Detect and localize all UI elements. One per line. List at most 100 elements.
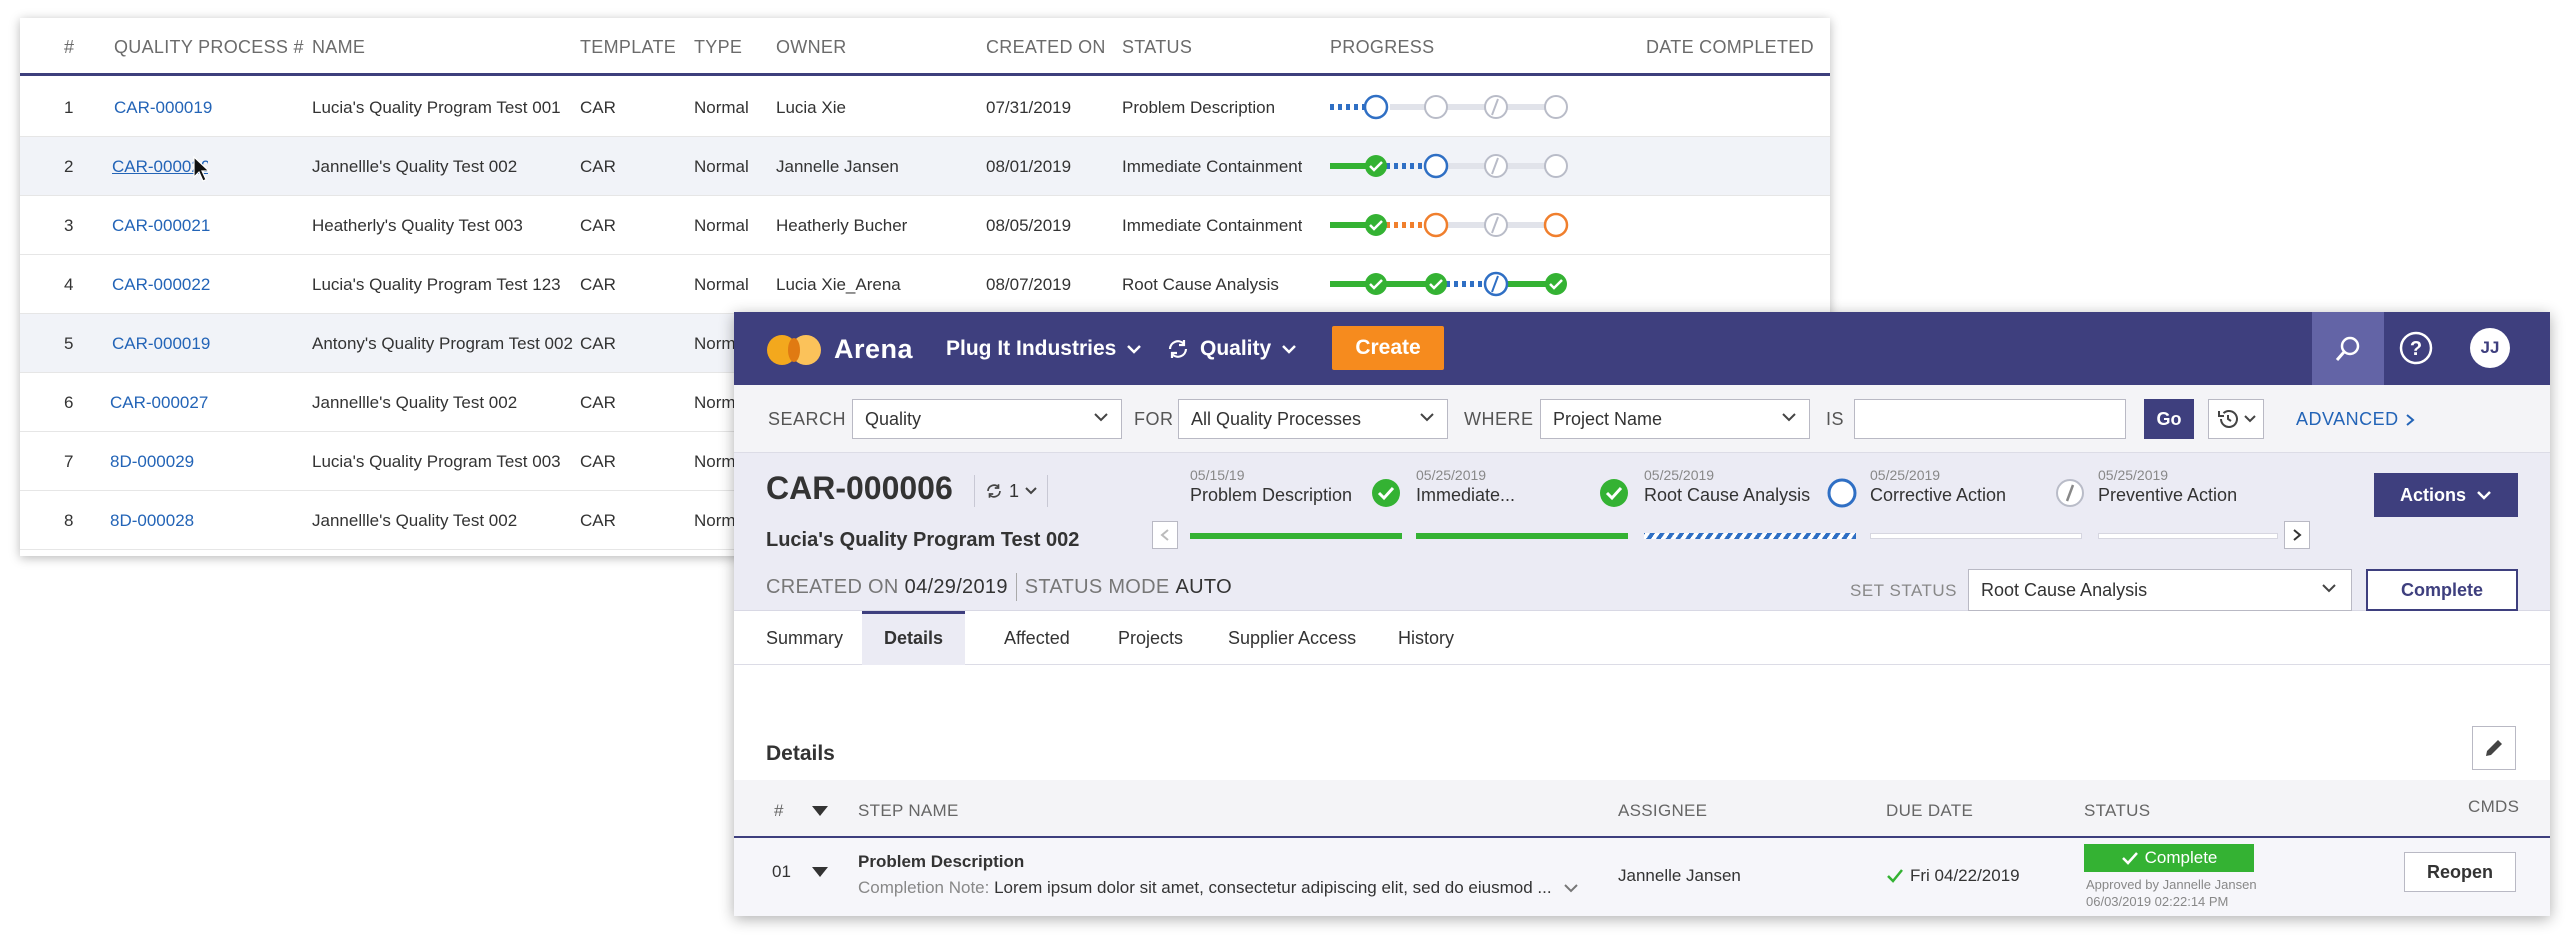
search-for-select[interactable]: All Quality Processes — [1178, 399, 1448, 439]
user-avatar[interactable]: JJ — [2470, 328, 2510, 368]
col-header-status: STATUS — [2084, 801, 2151, 820]
created-label: CREATED ON — [766, 575, 899, 598]
step-corrective-action[interactable]: 05/25/2019 Corrective Action — [1870, 467, 2006, 506]
step-name: Problem Description — [858, 852, 1025, 871]
row-type: Normal — [694, 98, 749, 117]
tab-supplier-access[interactable]: Supplier Access — [1206, 611, 1378, 665]
chevron-down-icon[interactable] — [1564, 884, 1578, 893]
steps-next-button[interactable] — [2284, 521, 2310, 549]
table-row[interactable]: 2 CAR-000020 Jannellle's Quality Test 00… — [20, 137, 1830, 196]
company-menu[interactable]: Plug It Industries — [946, 337, 1142, 361]
expand-all-icon[interactable] — [810, 805, 830, 817]
col-header-owner[interactable]: OWNER — [776, 37, 847, 58]
set-status-label: SET STATUS — [1850, 581, 1958, 600]
complete-button[interactable]: Complete — [2366, 569, 2518, 611]
search-where-select[interactable]: Project Name — [1540, 399, 1810, 439]
row-name: Lucia's Quality Program Test 001 — [312, 98, 561, 117]
row-template: CAR — [580, 216, 616, 235]
table-row[interactable]: 4 CAR-000022 Lucia's Quality Program Tes… — [20, 255, 1830, 314]
step-immediate-containment[interactable]: 05/25/2019 Immediate... — [1416, 467, 1515, 506]
row-template: CAR — [580, 157, 616, 176]
search-where-value: Project Name — [1553, 409, 1663, 429]
pending-step-icon — [2056, 479, 2084, 507]
sync-icon — [1168, 340, 1188, 358]
row-name: Jannellle's Quality Test 002 — [312, 393, 518, 412]
check-icon — [2121, 852, 2138, 865]
tab-affected[interactable]: Affected — [982, 611, 1092, 665]
module-menu[interactable]: Quality — [1166, 337, 1297, 361]
step-name: Preventive Action — [2098, 485, 2238, 505]
row-created: 08/01/2019 — [986, 157, 1072, 176]
row-num: 1 — [64, 98, 74, 117]
edit-details-button[interactable] — [2472, 726, 2516, 770]
progress-tracker — [1330, 212, 1569, 238]
tab-details[interactable]: Details — [862, 611, 966, 665]
col-header-due-date: DUE DATE — [1886, 801, 1974, 820]
advanced-search-link[interactable]: ADVANCED — [2296, 409, 2415, 430]
step-name: Corrective Action — [1870, 485, 2007, 505]
created-value: 04/29/2019 — [904, 575, 1008, 598]
col-header-id[interactable]: QUALITY PROCESS # — [114, 37, 304, 58]
row-type: Normal — [694, 216, 749, 235]
table-row[interactable]: 3 CAR-000021 Heatherly's Quality Test 00… — [20, 196, 1830, 255]
row-id-link[interactable]: 8D-000028 — [110, 511, 194, 531]
reopen-button[interactable]: Reopen — [2404, 852, 2516, 892]
search-module-select[interactable]: Quality — [852, 399, 1122, 439]
step-preventive-action[interactable]: 05/25/2019 Preventive Action — [2098, 467, 2237, 506]
row-id-link[interactable]: 8D-000029 — [110, 452, 194, 472]
step-date: 05/25/2019 — [1644, 467, 1715, 483]
step-name: Immediate... — [1416, 485, 1516, 505]
tab-history[interactable]: History — [1376, 611, 1476, 665]
approved-by: Approved by Jannelle Jansen — [2086, 877, 2257, 892]
col-header-created[interactable]: CREATED ON — [986, 37, 1106, 58]
create-button[interactable]: Create — [1332, 326, 1444, 370]
help-icon[interactable]: ? — [2398, 330, 2434, 366]
go-button[interactable]: Go — [2144, 399, 2194, 439]
search-history-button[interactable] — [2208, 399, 2264, 439]
chevron-down-icon — [2244, 415, 2256, 423]
brand-name: Arena — [834, 334, 914, 364]
global-search-button[interactable] — [2312, 312, 2384, 385]
expand-row-icon[interactable] — [810, 866, 830, 878]
row-id-link[interactable]: CAR-000027 — [110, 393, 208, 413]
row-num: 7 — [64, 452, 74, 471]
tab-projects[interactable]: Projects — [1096, 611, 1205, 665]
col-header-status[interactable]: STATUS — [1122, 37, 1192, 58]
progress-tracker — [1330, 153, 1568, 179]
chevron-right-icon — [2406, 413, 2415, 426]
where-label: WHERE — [1464, 409, 1534, 429]
step-problem-description[interactable]: 05/15/19 Problem Description — [1190, 467, 1352, 506]
col-header-date-completed[interactable]: DATE COMPLETED — [1646, 37, 1814, 58]
table-row[interactable]: 01 Problem Description Completion Note: … — [734, 838, 2550, 916]
col-header-type[interactable]: TYPE — [694, 37, 742, 58]
table-row[interactable]: 1 CAR-000019 Lucia's Quality Program Tes… — [20, 78, 1830, 137]
row-template: CAR — [580, 275, 616, 294]
row-id-link[interactable]: CAR-000019 — [112, 334, 210, 354]
search-label: SEARCH — [768, 409, 847, 429]
set-status-select[interactable]: Root Cause Analysis — [1968, 569, 2352, 611]
details-title: Details — [766, 742, 835, 765]
row-created: 08/07/2019 — [986, 275, 1072, 294]
arena-logo-icon[interactable] — [766, 334, 822, 366]
actions-button[interactable]: Actions — [2374, 473, 2518, 517]
search-bar: SEARCH Quality FOR All Quality Processes… — [734, 385, 2550, 453]
assignee: Jannelle Jansen — [1618, 866, 1741, 885]
col-header-name[interactable]: NAME — [312, 37, 365, 58]
approval-info: Approved by Jannelle Jansen 06/03/2019 0… — [2086, 876, 2257, 910]
record-name: Lucia's Quality Program Test 002 — [766, 529, 1080, 551]
in-progress-circle-icon — [1827, 478, 1857, 508]
steps-prev-button[interactable] — [1152, 521, 1178, 549]
search-value-input[interactable] — [1854, 399, 2126, 439]
status-badge-label: Complete — [2144, 848, 2218, 867]
col-header-template[interactable]: TEMPLATE — [580, 37, 676, 58]
is-label: IS — [1826, 409, 1845, 429]
revision-selector[interactable]: 1 — [974, 475, 1049, 507]
actions-label: Actions — [2399, 484, 2466, 505]
row-name: Heatherly's Quality Test 003 — [312, 216, 523, 235]
row-name: Lucia's Quality Program Test 123 — [312, 275, 561, 294]
row-id-link[interactable]: CAR-000022 — [112, 275, 210, 295]
tab-summary[interactable]: Summary — [744, 611, 865, 665]
step-root-cause-analysis[interactable]: 05/25/2019 Root Cause Analysis — [1644, 467, 1810, 506]
row-id-link[interactable]: CAR-000021 — [112, 216, 210, 236]
row-id-link[interactable]: CAR-000019 — [114, 98, 212, 118]
